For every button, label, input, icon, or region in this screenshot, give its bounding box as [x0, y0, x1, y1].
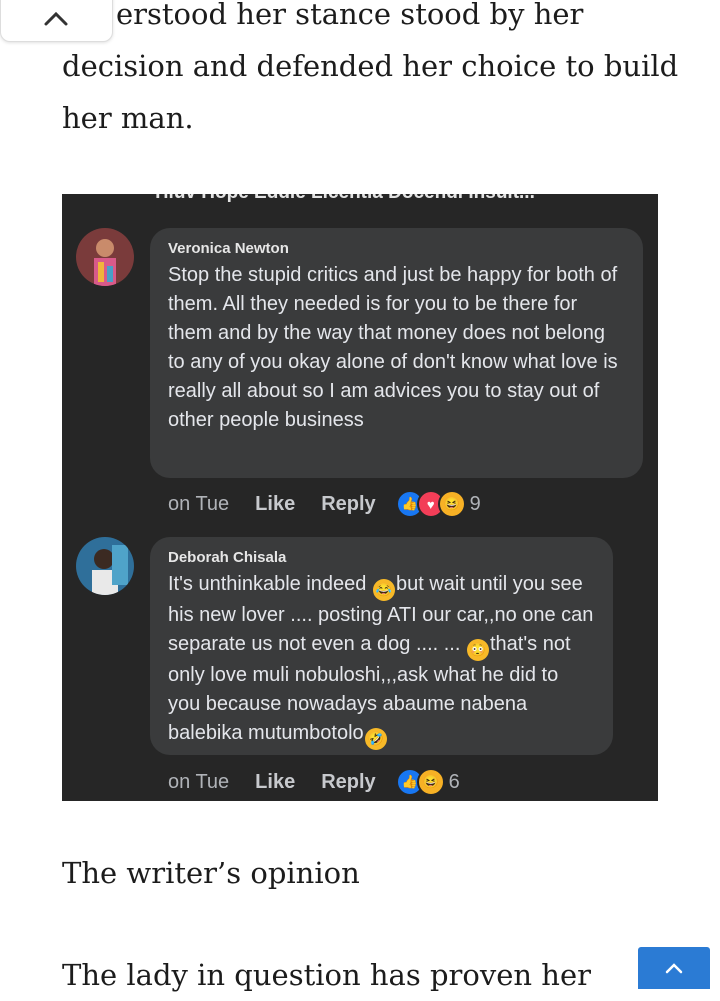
article-paragraph-line: erstood her stance stood by her — [116, 0, 584, 31]
like-button[interactable]: Like — [255, 493, 295, 516]
reaction-count: 6 — [448, 770, 460, 793]
flushed-emoji-icon: 😳 — [466, 639, 489, 661]
reaction-count: 9 — [469, 492, 481, 515]
chevron-up-icon — [665, 963, 683, 974]
comment-actions: on Tue Like Reply 👍 😆 6 — [168, 768, 460, 796]
collapse-button[interactable] — [0, 0, 113, 42]
avatar[interactable] — [76, 228, 134, 286]
section-heading: The writer’s opinion — [62, 856, 360, 890]
comment-bubble: Deborah Chisala It's unthinkable indeed … — [150, 537, 613, 755]
article-paragraph-line: her man. — [62, 101, 194, 135]
reaction-summary[interactable]: 👍 😆 6 — [395, 768, 460, 796]
comment-bubble: Veronica Newton Stop the stupid critics … — [150, 228, 643, 478]
reply-button[interactable]: Reply — [321, 771, 375, 794]
avatar[interactable] — [76, 537, 134, 595]
article-paragraph-line: decision and defended her choice to buil… — [62, 49, 679, 83]
reply-button[interactable]: Reply — [321, 493, 375, 516]
comment-time[interactable]: on Tue — [168, 771, 229, 794]
haha-reaction-icon: 😆 — [437, 490, 466, 518]
comment-time[interactable]: on Tue — [168, 493, 229, 516]
laughing-emoji-icon: 😂 — [372, 579, 395, 601]
haha-reaction-icon: 😆 — [416, 768, 445, 796]
scroll-to-top-button[interactable] — [638, 947, 710, 989]
like-button[interactable]: Like — [255, 771, 295, 794]
cut-off-comment-header: Tiluv Hope Eddie Licentia Docendi Insult… — [152, 194, 535, 204]
article-paragraph-line: The lady in question has proven her — [62, 958, 591, 992]
chevron-up-icon — [44, 11, 68, 26]
comment-author[interactable]: Deborah Chisala — [168, 549, 595, 566]
comment-actions: on Tue Like Reply 👍 ♥ 😆 9 — [168, 490, 481, 518]
embedded-comments-screenshot: Tiluv Hope Eddie Licentia Docendi Insult… — [62, 194, 658, 801]
comment-text: It's unthinkable indeed 😂 but wait until … — [168, 570, 595, 750]
comment-author[interactable]: Veronica Newton — [168, 240, 625, 257]
laughing-emoji-icon: 🤣 — [364, 728, 387, 750]
comment-text: Stop the stupid critics and just be happ… — [168, 264, 618, 431]
reaction-summary[interactable]: 👍 ♥ 😆 9 — [395, 490, 481, 518]
